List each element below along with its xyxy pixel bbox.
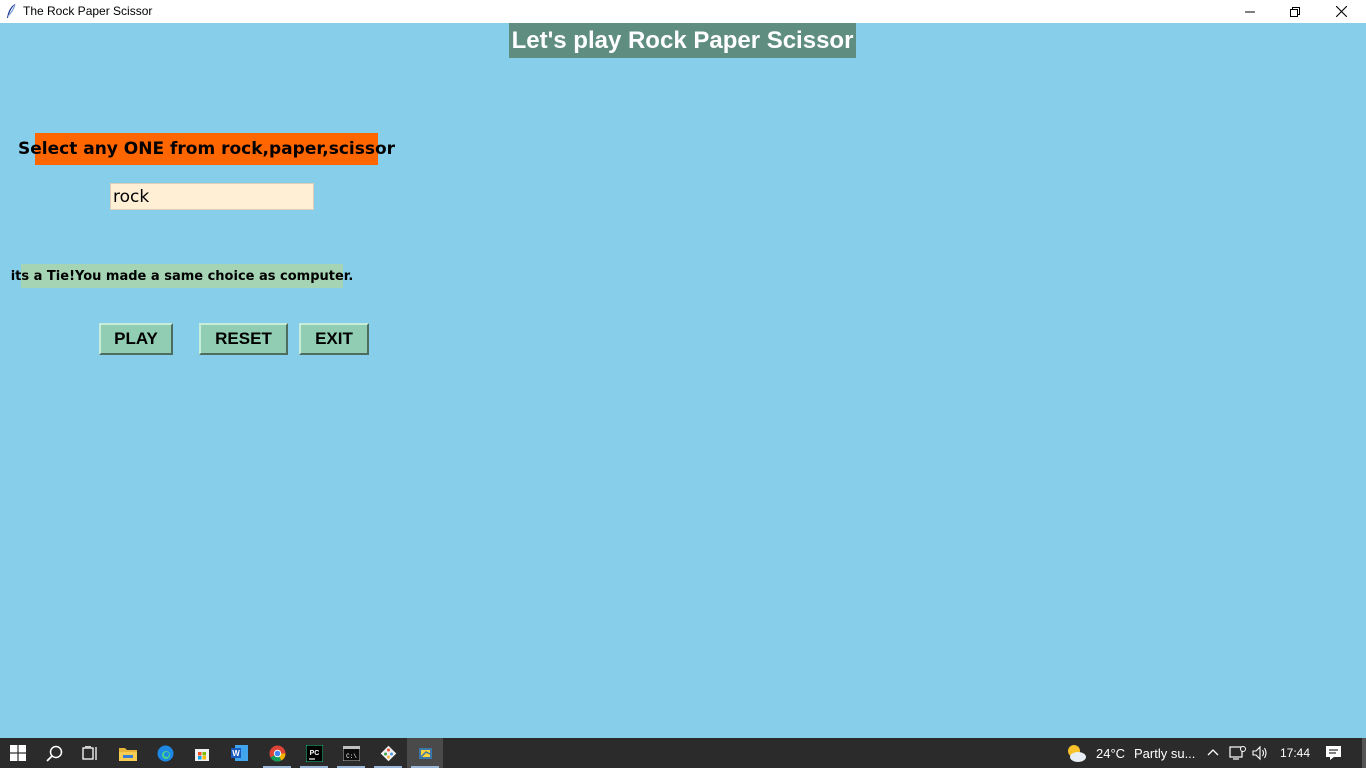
choice-input[interactable] — [110, 183, 314, 210]
svg-text:C:\: C:\ — [346, 753, 357, 760]
terminal-icon: C:\ — [342, 745, 360, 761]
close-button[interactable] — [1318, 0, 1364, 23]
file-explorer-button[interactable] — [110, 738, 146, 768]
reset-button[interactable]: RESET — [199, 323, 288, 355]
task-view-icon — [81, 745, 97, 760]
network-icon[interactable] — [1229, 745, 1246, 761]
word-icon: W — [230, 745, 248, 761]
play-button[interactable]: PLAY — [99, 323, 173, 355]
edge-icon — [157, 745, 173, 761]
taskbar: W PC C:\ 24°C Partly su... 17:44 — [0, 738, 1366, 768]
store-icon — [195, 749, 209, 761]
search-button[interactable] — [36, 738, 72, 768]
terminal-button[interactable]: C:\ — [333, 738, 369, 768]
weather-condition[interactable]: Partly su... — [1134, 738, 1195, 768]
chevron-up-icon[interactable] — [1207, 747, 1219, 759]
exit-button[interactable]: EXIT — [299, 323, 369, 355]
store-button[interactable] — [184, 738, 220, 768]
git-icon — [380, 745, 396, 761]
chrome-button[interactable] — [259, 738, 295, 768]
word-button[interactable]: W — [221, 738, 257, 768]
window-title-bar: The Rock Paper Scissor — [0, 0, 1366, 23]
search-icon — [45, 745, 62, 762]
notification-icon — [1325, 746, 1341, 760]
weather-icon[interactable] — [1065, 743, 1087, 763]
task-view-button[interactable] — [72, 738, 108, 768]
app-heading: Let's play Rock Paper Scissor — [509, 23, 856, 58]
action-center-button[interactable] — [1318, 738, 1348, 768]
restore-icon — [1290, 6, 1300, 17]
pycharm-icon: PC — [305, 744, 323, 762]
result-label: its a Tie!You made a same choice as comp… — [11, 264, 353, 288]
choice-prompt-label: Select any ONE from rock,paper,scissor — [18, 133, 395, 165]
windows-logo-icon — [10, 745, 26, 761]
python-icon — [418, 747, 432, 759]
weather-temperature[interactable]: 24°C — [1096, 738, 1125, 768]
python-button[interactable] — [407, 738, 443, 768]
svg-text:W: W — [232, 749, 240, 758]
show-desktop-button[interactable] — [1362, 738, 1366, 768]
minimize-button[interactable] — [1227, 0, 1273, 23]
folder-icon — [119, 747, 137, 761]
git-button[interactable] — [370, 738, 406, 768]
feather-icon — [7, 3, 16, 18]
edge-button[interactable] — [147, 738, 183, 768]
start-button[interactable] — [0, 738, 36, 768]
pycharm-button[interactable]: PC — [296, 738, 332, 768]
restore-button[interactable] — [1272, 0, 1318, 23]
chrome-icon — [269, 745, 285, 761]
window-title: The Rock Paper Scissor — [23, 4, 153, 18]
minimize-icon — [1245, 11, 1255, 12]
clock-time[interactable]: 17:44 — [1280, 738, 1310, 768]
svg-text:PC: PC — [309, 750, 319, 757]
close-icon — [1335, 6, 1347, 17]
volume-icon[interactable] — [1252, 745, 1269, 761]
